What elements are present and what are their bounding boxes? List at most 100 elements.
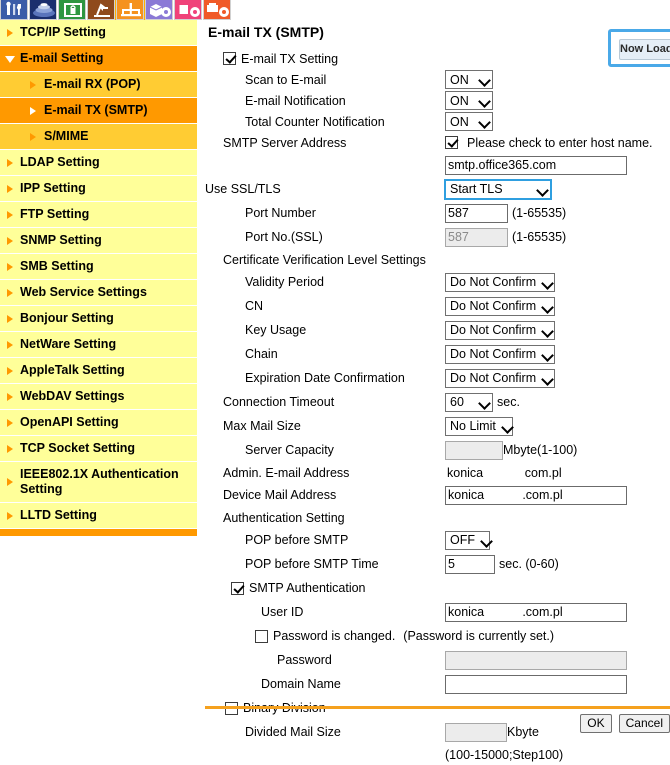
row-smtp-authentication: SMTP Authentication — [205, 576, 670, 600]
row-expiration-date-confirmation: Expiration Date Confirmation Do Not Conf… — [205, 366, 670, 390]
password-input — [445, 650, 627, 670]
triangle-right-icon — [7, 314, 13, 323]
row-user-id: User ID konica .com.pl — [205, 600, 670, 624]
pop-before-smtp-time-label: POP before SMTP Time — [245, 557, 379, 571]
domain-name-input[interactable] — [445, 674, 627, 694]
row-admin-email-address: Admin. E-mail Address konica com.pl — [205, 462, 670, 483]
admin-email-address-label: Admin. E-mail Address — [223, 465, 350, 480]
smtp-server-address-input[interactable]: smtp.office365.com — [445, 155, 627, 175]
smtp-server-address-label: SMTP Server Address — [223, 135, 347, 150]
sidebar-item-e-mail-tx-smtp[interactable]: E-mail TX (SMTP) — [0, 98, 197, 124]
row-connection-timeout: Connection Timeout 60 sec. — [205, 390, 670, 414]
row-total-counter-notification: Total Counter Notification ON — [205, 111, 670, 132]
security-icon[interactable] — [58, 0, 86, 20]
cancel-button[interactable]: Cancel — [618, 714, 670, 733]
system-icon[interactable] — [203, 0, 231, 20]
sidebar-item-s-mime[interactable]: S/MIME — [0, 124, 197, 150]
connection-timeout-unit: sec. — [497, 395, 520, 409]
row-smtp-server-address: SMTP Server Address Please check to ente… — [205, 132, 670, 153]
smtp-authentication-checkbox[interactable] — [231, 581, 244, 595]
sidebar-item-ldap-setting[interactable]: LDAP Setting — [0, 150, 197, 176]
password-currently-set-note: (Password is currently set.) — [403, 629, 555, 643]
triangle-right-icon — [7, 288, 13, 297]
chain-select[interactable]: Do Not Confirm — [445, 344, 555, 364]
port-number-input[interactable]: 587 — [445, 203, 508, 223]
app-icon-toolbar — [0, 0, 670, 21]
expiration-date-confirmation-select[interactable]: Do Not Confirm — [445, 368, 555, 388]
validity-period-select[interactable]: Do Not Confirm — [445, 272, 555, 292]
cn-select[interactable]: Do Not Confirm — [445, 296, 555, 316]
triangle-right-icon — [7, 262, 13, 271]
pop-before-smtp-select[interactable]: OFF — [445, 530, 490, 550]
sidebar-item-tcp-socket-setting[interactable]: TCP Socket Setting — [0, 436, 197, 462]
device-mail-address-input[interactable]: konica .com.pl — [445, 485, 627, 505]
chevron-down-icon — [479, 95, 490, 106]
sidebar-item-tcp-ip-setting[interactable]: TCP/IP Setting — [0, 20, 197, 46]
sidebar-item-webdav-settings[interactable]: WebDAV Settings — [0, 384, 197, 410]
sidebar-item-lltd-setting[interactable]: LLTD Setting — [0, 503, 197, 529]
fax-icon[interactable] — [174, 0, 202, 20]
sidebar-item-e-mail-rx-pop[interactable]: E-mail RX (POP) — [0, 72, 197, 98]
sidebar-item-netware-setting[interactable]: NetWare Setting — [0, 332, 197, 358]
pop-before-smtp-time-input[interactable]: 5 — [445, 554, 495, 574]
box-icon[interactable] — [145, 0, 173, 20]
sidebar-item-label: FTP Setting — [20, 207, 90, 221]
print-icon[interactable] — [87, 0, 115, 20]
email-tx-setting-checkbox[interactable] — [223, 52, 236, 65]
triangle-right-icon — [7, 28, 13, 37]
sidebar-item-bonjour-setting[interactable]: Bonjour Setting — [0, 306, 197, 332]
expiration-date-confirmation-label: Expiration Date Confirmation — [245, 371, 405, 385]
password-is-changed-label: Password is changed. — [273, 629, 396, 643]
ok-button[interactable]: OK — [580, 714, 612, 733]
row-port-number: Port Number 587 (1-65535) — [205, 201, 670, 225]
email-notification-label: E-mail Notification — [245, 93, 346, 108]
sidebar-item-ftp-setting[interactable]: FTP Setting — [0, 202, 197, 228]
password-is-changed-checkbox[interactable] — [255, 629, 268, 643]
sidebar-item-label: SMB Setting — [20, 259, 94, 273]
sidebar-item-snmp-setting[interactable]: SNMP Setting — [0, 228, 197, 254]
page-title: E-mail TX (SMTP) — [208, 24, 324, 40]
sidebar-item-appletalk-setting[interactable]: AppleTalk Setting — [0, 358, 197, 384]
sidebar-item-ieee802-1x-authentication-setting[interactable]: IEEE802.1X Authentication Setting — [0, 462, 197, 503]
row-email-tx-setting: E-mail TX Setting — [205, 48, 670, 69]
scan-icon[interactable] — [29, 0, 57, 20]
chevron-down-icon — [542, 373, 553, 384]
scan-to-email-select[interactable]: ON — [445, 70, 493, 89]
max-mail-size-select[interactable]: No Limit — [445, 416, 513, 436]
total-counter-notification-label: Total Counter Notification — [245, 114, 385, 129]
row-chain: Chain Do Not Confirm — [205, 342, 670, 366]
hostname-entry-label: Please check to enter host name. — [467, 135, 653, 150]
sidebar-item-e-mail-setting[interactable]: E-mail Setting — [0, 46, 197, 72]
row-key-usage: Key Usage Do Not Confirm — [205, 318, 670, 342]
row-server-capacity: Server Capacity Mbyte(1-100) — [205, 438, 670, 462]
triangle-right-icon — [7, 392, 13, 401]
port-number-label: Port Number — [245, 206, 316, 220]
authentication-section-label: Authentication Setting — [223, 510, 345, 525]
sidebar-item-web-service-settings[interactable]: Web Service Settings — [0, 280, 197, 306]
row-pop-before-smtp: POP before SMTP OFF — [205, 528, 670, 552]
chevron-down-icon — [537, 184, 548, 195]
row-max-mail-size: Max Mail Size No Limit — [205, 414, 670, 438]
sidebar-item-openapi-setting[interactable]: OpenAPI Setting — [0, 410, 197, 436]
triangle-right-icon — [7, 511, 13, 520]
use-ssl-tls-select[interactable]: Start TLS — [444, 178, 552, 200]
sidebar-item-ipp-setting[interactable]: IPP Setting — [0, 176, 197, 202]
row-pop-before-smtp-time: POP before SMTP Time 5 sec. (0-60) — [205, 552, 670, 576]
network-icon[interactable] — [115, 0, 145, 21]
triangle-right-icon — [7, 418, 13, 427]
email-notification-select[interactable]: ON — [445, 91, 493, 110]
key-usage-select[interactable]: Do Not Confirm — [445, 320, 555, 340]
pop-before-smtp-label: POP before SMTP — [245, 533, 349, 547]
sidebar-item-smb-setting[interactable]: SMB Setting — [0, 254, 197, 280]
max-mail-size-label: Max Mail Size — [223, 419, 301, 433]
divided-mail-size-range: (100-15000;Step100) — [445, 747, 564, 762]
user-id-input[interactable]: konica .com.pl — [445, 602, 627, 622]
main-content-panel: E-mail TX (SMTP) E-mail TX Setting Scan … — [205, 24, 670, 765]
connection-timeout-select[interactable]: 60 — [445, 392, 493, 412]
key-usage-label: Key Usage — [245, 323, 307, 337]
row-device-mail-address: Device Mail Address konica .com.pl — [205, 483, 670, 507]
total-counter-notification-select[interactable]: ON — [445, 112, 493, 131]
hostname-entry-checkbox[interactable] — [445, 136, 458, 149]
maintenance-icon[interactable] — [0, 0, 28, 20]
sidebar-item-label: LDAP Setting — [20, 155, 100, 169]
